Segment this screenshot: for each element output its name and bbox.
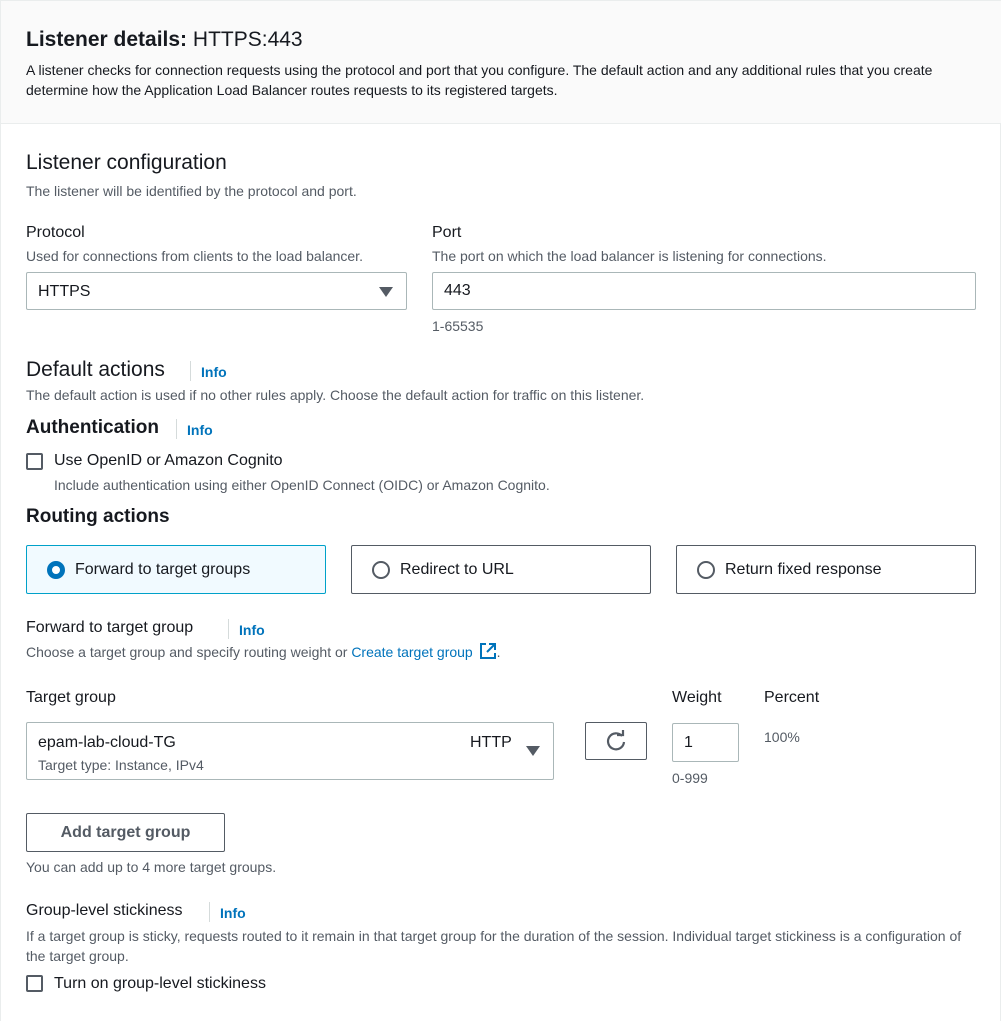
stickiness-checkbox[interactable] xyxy=(26,975,43,992)
routing-option-fixed-response[interactable]: Return fixed response xyxy=(676,545,976,594)
listener-configuration-description: The listener will be identified by the p… xyxy=(26,183,357,199)
routing-option-label: Redirect to URL xyxy=(400,561,514,578)
openid-cognito-description: Include authentication using either Open… xyxy=(54,477,550,493)
caret-down-icon xyxy=(526,746,540,756)
caret-down-icon xyxy=(379,287,393,297)
info-separator xyxy=(209,902,210,922)
port-input-value: 443 xyxy=(444,282,471,299)
openid-cognito-checkbox-label[interactable]: Use OpenID or Amazon Cognito xyxy=(54,451,283,471)
port-description: The port on which the load balancer is l… xyxy=(432,248,827,264)
authentication-title: Authentication xyxy=(26,417,159,438)
port-input[interactable]: 443 xyxy=(432,272,976,310)
port-label: Port xyxy=(432,224,462,241)
external-link-icon[interactable] xyxy=(479,642,497,660)
add-target-group-button[interactable]: Add target group xyxy=(26,813,225,852)
routing-option-label: Return fixed response xyxy=(725,561,882,578)
forward-info-link[interactable]: Info xyxy=(239,621,265,639)
forward-target-group-title: Forward to target group xyxy=(26,619,194,636)
stickiness-info-link[interactable]: Info xyxy=(220,904,246,922)
page-title-value: HTTPS:443 xyxy=(192,28,303,51)
page-title: Listener details: HTTPS:443 xyxy=(26,27,303,53)
page-description: A listener checks for connection request… xyxy=(26,62,933,98)
percent-value: 100% xyxy=(764,729,800,745)
authentication-info-link[interactable]: Info xyxy=(187,421,213,439)
refresh-icon xyxy=(606,730,626,751)
protocol-select[interactable]: HTTPS xyxy=(26,272,407,310)
default-actions-info-link[interactable]: Info xyxy=(201,363,227,381)
routing-option-forward[interactable]: Forward to target groups xyxy=(26,545,326,594)
radio-selected-icon xyxy=(47,561,65,579)
weight-input-value: 1 xyxy=(684,733,693,751)
group-stickiness-title: Group-level stickiness xyxy=(26,902,183,919)
protocol-label: Protocol xyxy=(26,224,85,241)
protocol-description: Used for connections from clients to the… xyxy=(26,248,363,264)
weight-hint: 0-999 xyxy=(672,770,708,786)
openid-cognito-checkbox[interactable] xyxy=(26,453,43,470)
radio-unselected-icon xyxy=(697,561,715,579)
forward-description-text: Choose a target group and specify routin… xyxy=(26,644,352,660)
page-title-label: Listener details: xyxy=(26,28,188,51)
forward-description-suffix: . xyxy=(496,644,501,660)
routing-option-label: Forward to target groups xyxy=(75,561,251,578)
create-target-group-link[interactable]: Create target group xyxy=(351,644,472,660)
weight-column-label: Weight xyxy=(672,689,722,706)
default-actions-title: Default actions xyxy=(26,358,165,381)
target-group-select[interactable]: epam-lab-cloud-TG HTTP Target type: Inst… xyxy=(26,722,554,780)
percent-column-label: Percent xyxy=(764,689,820,706)
forward-description: Choose a target group and specify routin… xyxy=(26,642,501,662)
info-separator xyxy=(190,361,191,381)
stickiness-checkbox-label[interactable]: Turn on group-level stickiness xyxy=(54,974,266,994)
port-hint: 1-65535 xyxy=(432,318,484,334)
info-separator xyxy=(228,619,229,639)
routing-actions-title: Routing actions xyxy=(26,506,170,527)
info-separator xyxy=(176,419,177,439)
protocol-select-value: HTTPS xyxy=(38,283,91,300)
default-actions-description: The default action is used if no other r… xyxy=(26,387,645,403)
listener-details-header: Listener details: HTTPS:443 A listener c… xyxy=(1,0,1001,124)
target-group-protocol: HTTP xyxy=(470,734,512,751)
stickiness-description: If a target group is sticky, requests ro… xyxy=(26,928,962,964)
add-target-group-hint: You can add up to 4 more target groups. xyxy=(26,859,277,875)
weight-input[interactable]: 1 xyxy=(672,723,739,762)
radio-unselected-icon xyxy=(372,561,390,579)
target-group-type: Target type: Instance, IPv4 xyxy=(38,757,204,773)
target-group-name: epam-lab-cloud-TG xyxy=(38,734,176,751)
routing-option-redirect[interactable]: Redirect to URL xyxy=(351,545,651,594)
target-group-column-label: Target group xyxy=(26,689,116,706)
listener-configuration-title: Listener configuration xyxy=(26,151,227,174)
listener-details-page: Listener details: HTTPS:443 A listener c… xyxy=(0,0,1001,1021)
refresh-button[interactable] xyxy=(585,722,647,760)
